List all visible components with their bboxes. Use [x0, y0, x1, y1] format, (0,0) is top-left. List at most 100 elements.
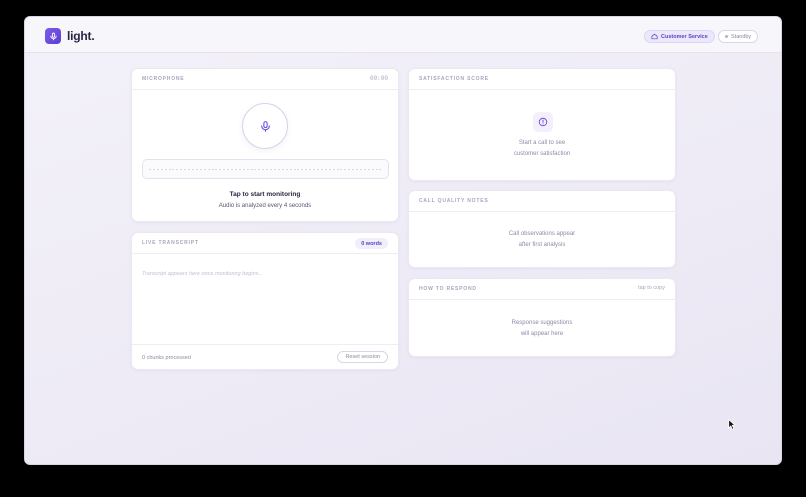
waveform-bar: [211, 168, 214, 170]
waveform-bar: [379, 168, 382, 170]
waveform-bar: [188, 168, 191, 170]
mic-subtitle: Audio is analyzed every 4 seconds: [218, 203, 312, 209]
waveform-bar: [336, 168, 339, 170]
waveform-bar: [258, 168, 261, 170]
waveform-bar: [164, 168, 167, 170]
respond-empty-line-2: will appear here: [520, 331, 564, 337]
reset-session-button[interactable]: Reset session: [337, 351, 388, 363]
waveform-bar: [285, 168, 288, 170]
mode-label: Customer Service: [661, 33, 708, 40]
waveform-visualizer: [142, 159, 389, 179]
waveform-bar: [305, 168, 308, 170]
waveform-bar: [219, 168, 222, 170]
waveform-bar: [242, 168, 245, 170]
transcript-card-footer: 0 chunks processed Reset session: [132, 344, 398, 369]
waveform-bar: [207, 168, 210, 170]
chunks-processed: 0 chunks processed: [142, 355, 191, 361]
status-label: Standby: [731, 33, 752, 40]
waveform-bar: [231, 168, 234, 170]
waveform-bar: [223, 168, 226, 170]
satisfaction-card-header: SATISFACTION SCORE: [409, 69, 675, 90]
quality-notes-card: CALL QUALITY NOTES Call observations app…: [408, 190, 676, 268]
mic-cta: Tap to start monitoring: [229, 191, 301, 198]
microphone-card-header: MICROPHONE 00:00: [132, 69, 398, 90]
waveform-bar: [340, 168, 343, 170]
microphone-card-title: MICROPHONE: [142, 76, 185, 82]
waveform-bar: [270, 168, 273, 170]
top-bar: light. Customer Service Standby: [25, 17, 781, 53]
waveform-bar: [254, 168, 257, 170]
quality-empty-line-2: after first analysis: [518, 242, 566, 248]
waveform-bar: [289, 168, 292, 170]
waveform-bar: [309, 168, 312, 170]
waveform-bar: [363, 168, 366, 170]
waveform-bar: [262, 168, 265, 170]
microphone-icon: [49, 32, 57, 40]
waveform-bar: [375, 168, 378, 170]
waveform-bar: [281, 168, 284, 170]
quality-empty-line-1: Call observations appear: [508, 231, 576, 237]
app-window: light. Customer Service Standby MICROPHO…: [24, 16, 782, 465]
waveform-bar: [180, 168, 183, 170]
waveform-bar: [156, 168, 159, 170]
microphone-icon: [260, 120, 270, 132]
waveform-bar: [324, 168, 327, 170]
waveform-bar: [238, 168, 241, 170]
info-circle-icon: [533, 112, 553, 132]
tap-to-copy-hint[interactable]: tap to copy: [638, 285, 665, 291]
waveform-bar: [215, 168, 218, 170]
app-logo: [45, 28, 61, 44]
waveform-bar: [316, 168, 319, 170]
waveform-bar: [274, 168, 276, 170]
how-to-respond-card-title: HOW TO RESPOND: [419, 286, 477, 292]
waveform-bar: [352, 168, 355, 170]
waveform-bar: [172, 168, 175, 170]
waveform-bar: [234, 168, 237, 170]
waveform-bar: [168, 168, 171, 170]
waveform-bar: [348, 168, 351, 170]
waveform-bar: [266, 168, 269, 170]
waveform-bar: [152, 168, 155, 170]
waveform-bar: [320, 168, 323, 170]
waveform-bar: [199, 168, 202, 170]
transcript-placeholder: Transcript appears here once monitoring …: [142, 271, 263, 277]
waveform-bar: [371, 168, 374, 170]
satisfaction-card: SATISFACTION SCORE Start a call to see c…: [408, 68, 676, 181]
satisfaction-card-title: SATISFACTION SCORE: [419, 76, 489, 82]
how-to-respond-card-header: HOW TO RESPOND tap to copy: [409, 279, 675, 300]
waveform-bar: [332, 168, 335, 170]
waveform-bar: [313, 168, 316, 170]
transcript-card: LIVE TRANSCRIPT 0 words Transcript appea…: [131, 232, 399, 370]
how-to-respond-card: HOW TO RESPOND tap to copy Response sugg…: [408, 278, 676, 357]
waveform-bar: [195, 168, 198, 170]
waveform-bar: [356, 168, 359, 170]
timer: 00:00: [369, 75, 388, 82]
waveform-bar: [301, 168, 304, 170]
waveform-bar: [250, 168, 253, 170]
waveform-bar: [203, 168, 206, 170]
word-count-badge: 0 words: [355, 238, 388, 249]
waveform-bar: [191, 168, 194, 170]
satisfaction-empty-line-2: customer satisfaction: [513, 151, 571, 157]
waveform-bar: [176, 168, 179, 170]
waveform-bar: [367, 168, 370, 170]
waveform-bar: [328, 168, 331, 170]
quality-notes-card-title: CALL QUALITY NOTES: [419, 198, 489, 204]
standby-status-button[interactable]: Standby: [718, 30, 759, 43]
waveform-bar: [359, 168, 362, 170]
customer-service-mode-button[interactable]: Customer Service: [644, 30, 715, 43]
transcript-card-header: LIVE TRANSCRIPT 0 words: [132, 233, 398, 254]
waveform-bar: [160, 168, 163, 170]
brand-name: light.: [67, 29, 95, 43]
waveform-bar: [149, 168, 151, 170]
mic-start-button[interactable]: [242, 103, 288, 149]
waveform-bar: [277, 168, 280, 170]
respond-empty-line-1: Response suggestions: [511, 320, 573, 326]
waveform-bar: [293, 168, 296, 170]
microphone-card: MICROPHONE 00:00 Tap to start monitoring…: [131, 68, 399, 222]
satisfaction-empty-line-1: Start a call to see: [518, 140, 566, 146]
transcript-card-title: LIVE TRANSCRIPT: [142, 240, 199, 246]
waveform-bar: [246, 168, 249, 170]
home-icon: [651, 33, 658, 40]
waveform-bar: [227, 168, 230, 170]
